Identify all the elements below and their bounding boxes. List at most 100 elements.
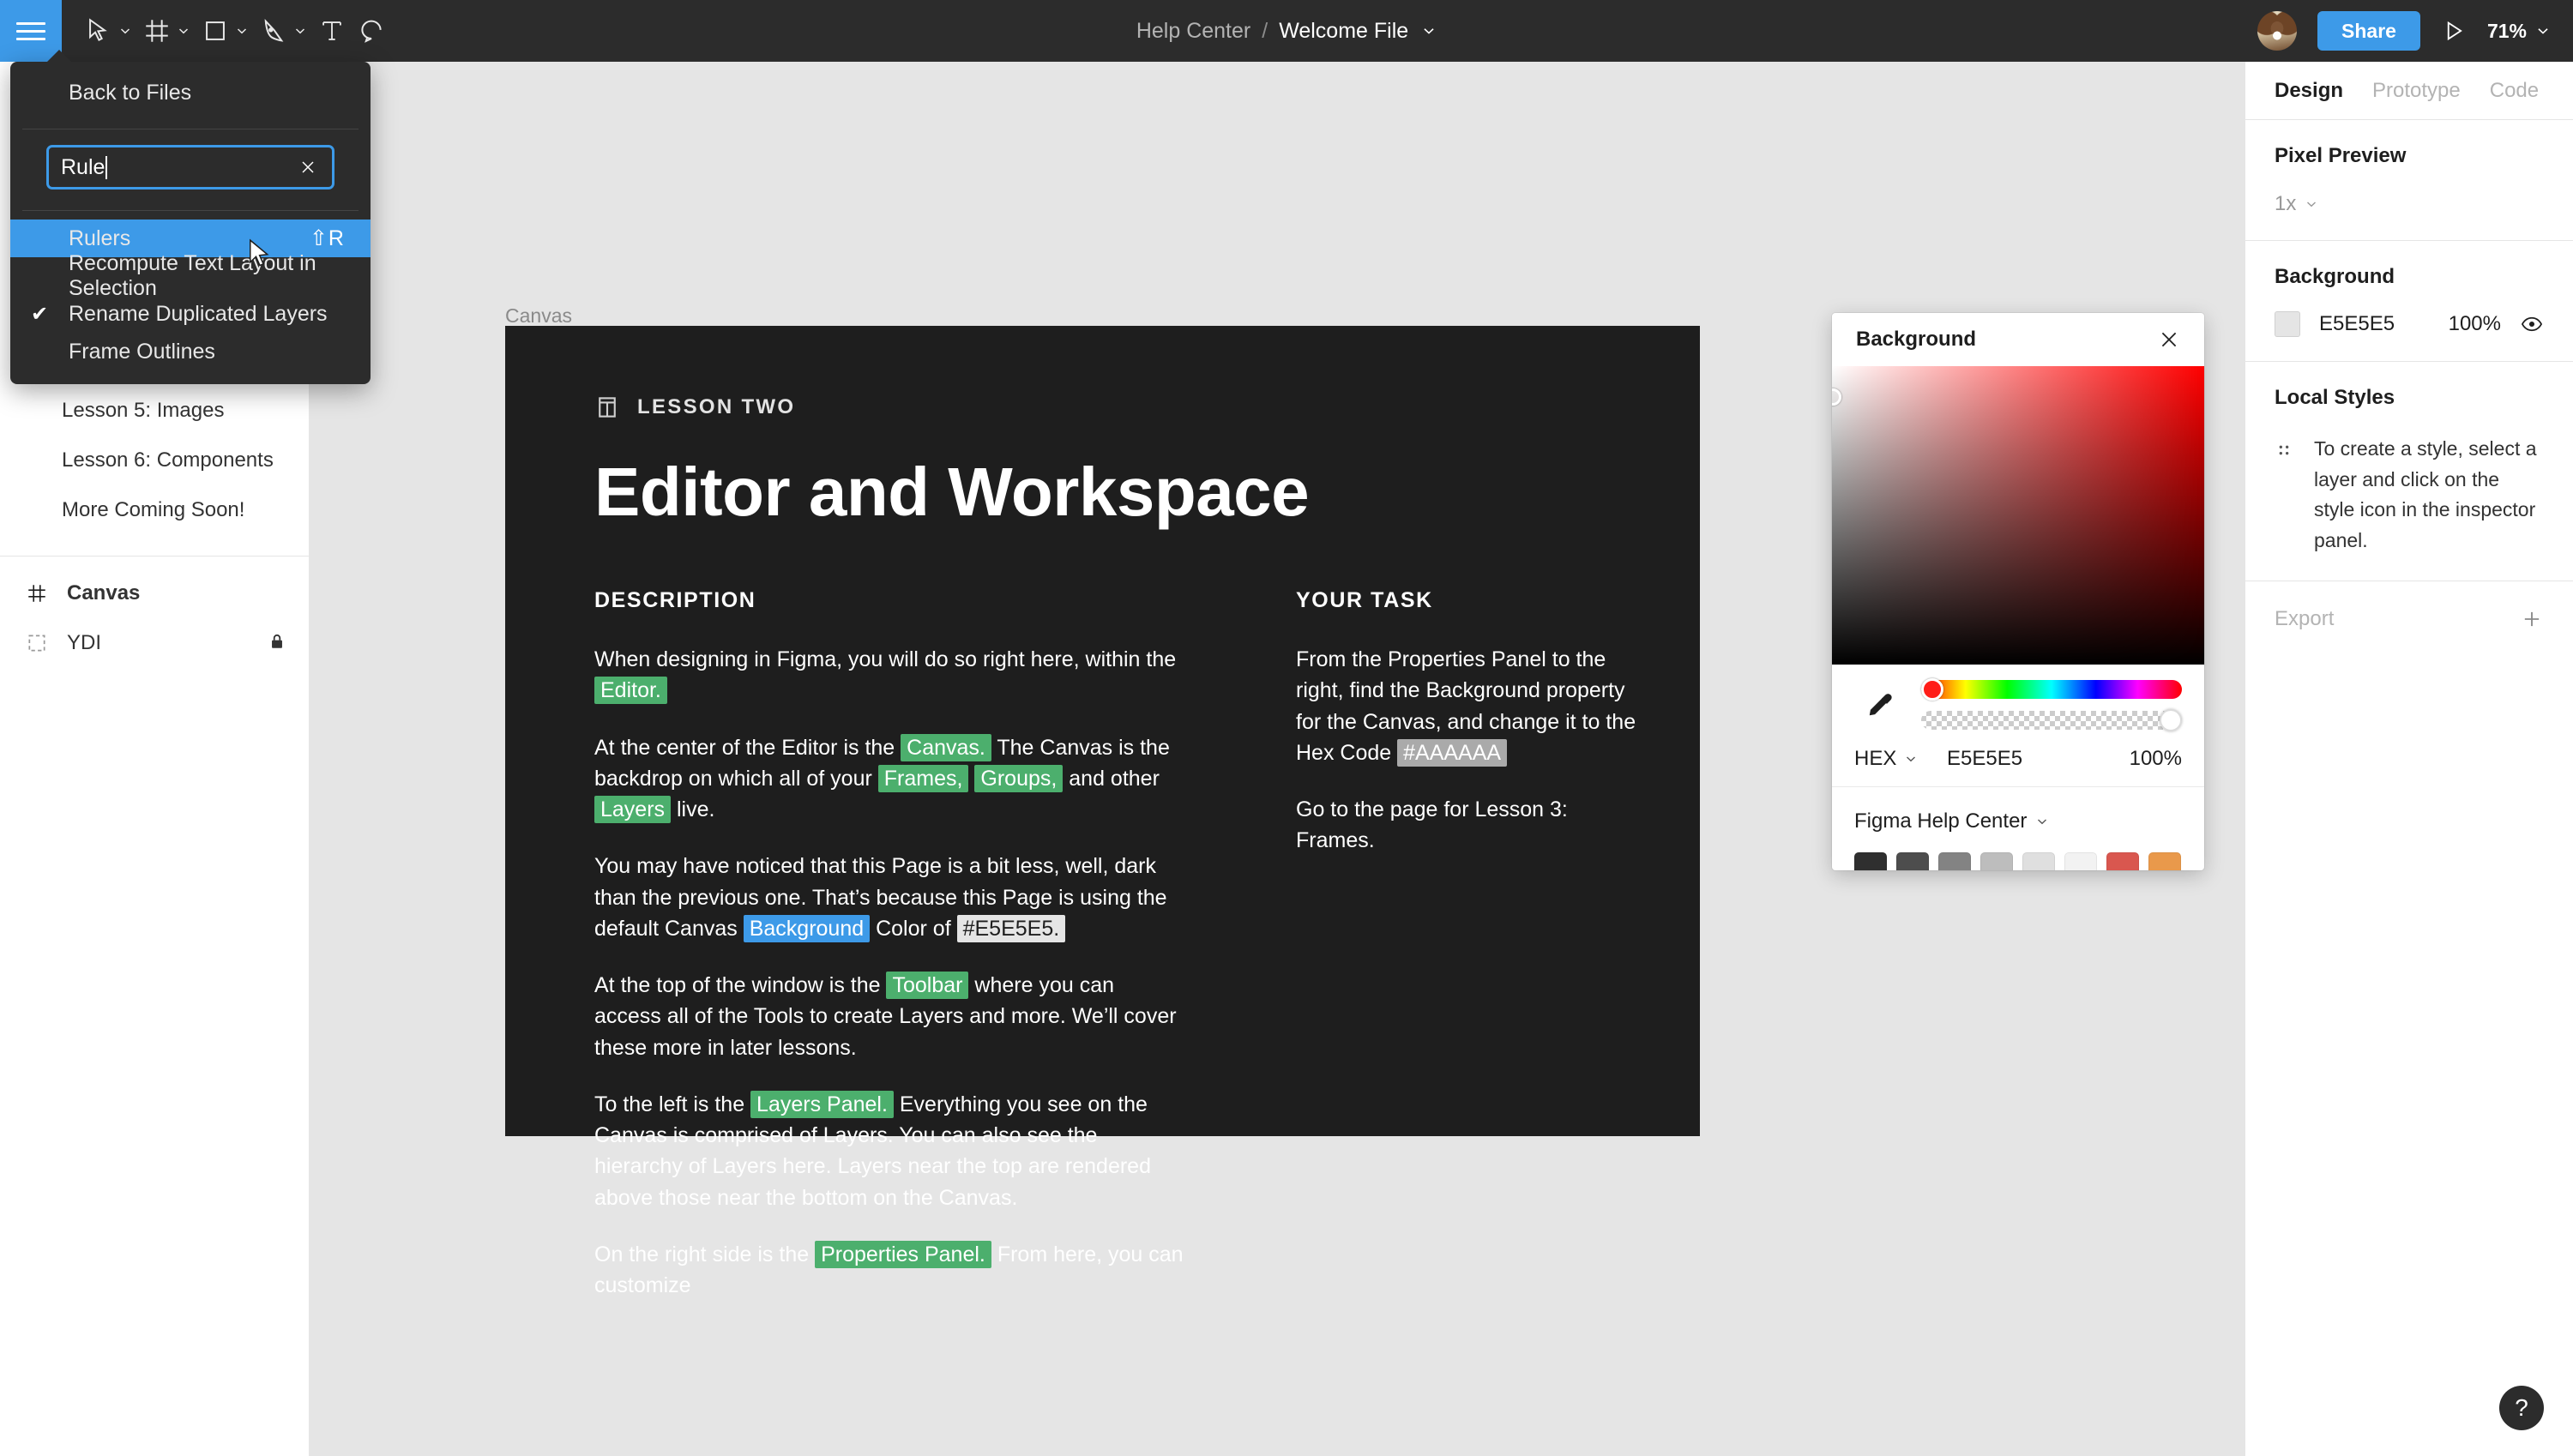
chevron-down-icon bbox=[2538, 28, 2548, 34]
checkmark-icon: ✔ bbox=[30, 302, 49, 326]
menu-search-wrap: Rule bbox=[10, 135, 371, 205]
add-export-button[interactable] bbox=[2520, 607, 2544, 631]
color-swatch[interactable] bbox=[2022, 852, 2055, 870]
menu-item-rename-duplicated-layers[interactable]: ✔ Rename Duplicated Layers bbox=[10, 295, 371, 333]
clear-search-button[interactable] bbox=[298, 157, 332, 177]
help-button[interactable]: ? bbox=[2499, 1386, 2544, 1430]
menu-item-back-to-files[interactable]: Back to Files bbox=[10, 62, 371, 123]
chevron-down-icon bbox=[2307, 202, 2317, 208]
color-swatch[interactable] bbox=[1854, 852, 1887, 870]
color-swatch[interactable] bbox=[2148, 852, 2181, 870]
style-dots-icon-glyph bbox=[2279, 445, 2289, 455]
layer-row-ydi[interactable]: YDI bbox=[0, 618, 309, 668]
alpha-slider-knob[interactable] bbox=[2160, 709, 2182, 731]
pen-tool[interactable] bbox=[254, 0, 312, 62]
properties-panel: Design Prototype Code Pixel Preview 1x B… bbox=[2245, 62, 2573, 1456]
breadcrumb: Help Center / Welcome File bbox=[1136, 19, 1437, 44]
zoom-control[interactable]: 71% bbox=[2487, 20, 2551, 43]
menu-item-label: Rename Duplicated Layers bbox=[69, 301, 328, 326]
close-x-icon bbox=[302, 161, 314, 173]
sidebar-page-lesson-5[interactable]: Lesson 5: Images bbox=[0, 386, 309, 436]
plus-icon bbox=[2524, 611, 2540, 626]
menu-search-value: Rule bbox=[61, 154, 105, 179]
task-column: YOUR TASK From the Properties Panel to t… bbox=[1296, 588, 1639, 1327]
color-swatch[interactable] bbox=[1896, 852, 1929, 870]
menu-item-frame-outlines[interactable]: Frame Outlines bbox=[10, 333, 371, 370]
sidebar-page-more-coming-soon[interactable]: More Coming Soon! bbox=[0, 485, 309, 535]
menu-results-list: Rulers ⇧R Recompute Text Layout in Selecti… bbox=[10, 216, 371, 370]
main-menu-dropdown[interactable]: Back to Files Rule Rulers ⇧R Recompute Tex… bbox=[10, 50, 371, 384]
frame-grid-icon bbox=[146, 20, 168, 42]
breadcrumb-file[interactable]: Welcome File bbox=[1279, 19, 1408, 44]
tab-prototype[interactable]: Prototype bbox=[2372, 79, 2461, 103]
color-picker-popover[interactable]: Background HEX E5E5E5 100% Figma Help Ce… bbox=[1832, 313, 2204, 870]
menu-arrow bbox=[46, 50, 72, 63]
alpha-slider[interactable] bbox=[1921, 709, 2182, 731]
background-opacity-input[interactable]: 100% bbox=[2449, 312, 2501, 336]
lesson-tag: LESSON TWO bbox=[594, 394, 1700, 420]
paragraph-text: Color of bbox=[870, 916, 957, 941]
layer-label: Canvas bbox=[67, 581, 141, 605]
hex-value-input[interactable]: E5E5E5 bbox=[1947, 747, 2130, 771]
export-label: Export bbox=[2275, 606, 2335, 630]
chevron-down-icon bbox=[2038, 819, 2047, 825]
menu-item-recompute-text-layout-in-selection[interactable]: Recompute Text Layout in Selection bbox=[10, 251, 371, 300]
hue-slider[interactable] bbox=[1921, 678, 2182, 701]
description-column: DESCRIPTION When designing in Figma, you… bbox=[594, 588, 1186, 1327]
export-section: Export bbox=[2245, 581, 2573, 657]
background-hex-input[interactable]: E5E5E5 bbox=[2319, 312, 2430, 336]
color-mode-value: HEX bbox=[1854, 747, 1897, 770]
breadcrumb-separator: / bbox=[1262, 18, 1268, 43]
color-mode-select[interactable]: HEX bbox=[1854, 747, 1947, 771]
canvas-frame[interactable]: LESSON TWO Editor and Workspace DESCRIPT… bbox=[505, 326, 1700, 1297]
eyedropper-button[interactable] bbox=[1854, 690, 1906, 719]
menu-search-box[interactable]: Rule bbox=[46, 145, 334, 190]
saturation-value-area[interactable] bbox=[1832, 366, 2204, 665]
color-swatch[interactable] bbox=[2064, 852, 2097, 870]
highlighted-term: Groups, bbox=[974, 764, 1064, 792]
lock-icon[interactable] bbox=[268, 632, 286, 655]
present-button[interactable] bbox=[2441, 18, 2467, 44]
move-tool[interactable] bbox=[79, 0, 137, 62]
color-swatch[interactable] bbox=[1938, 852, 1971, 870]
pixel-preview-heading: Pixel Preview bbox=[2275, 144, 2407, 167]
sidebar-page-lesson-6[interactable]: Lesson 6: Components bbox=[0, 436, 309, 485]
hue-slider-knob[interactable] bbox=[1921, 678, 1943, 701]
chevron-down-icon bbox=[120, 28, 130, 34]
layer-row-canvas[interactable]: Canvas bbox=[0, 569, 309, 618]
background-heading: Background bbox=[2275, 265, 2395, 288]
chevron-down-icon[interactable] bbox=[1421, 23, 1437, 39]
color-swatch[interactable] bbox=[2106, 852, 2139, 870]
cursor-arrow-icon bbox=[89, 18, 107, 41]
toolbar: Help Center / Welcome File Share 71% bbox=[0, 0, 2573, 62]
lesson-tag-text: LESSON TWO bbox=[637, 395, 796, 418]
avatar[interactable] bbox=[2257, 11, 2298, 51]
comment-tool[interactable] bbox=[352, 0, 391, 62]
saturation-handle[interactable] bbox=[1832, 388, 1841, 406]
background-color-swatch[interactable] bbox=[2275, 311, 2300, 337]
toolbar-right-group: Share 71% bbox=[2257, 0, 2551, 62]
frame-grid-icon bbox=[28, 585, 45, 602]
dashed-frame-icon bbox=[28, 635, 45, 652]
pixel-preview-select[interactable]: 1x bbox=[2275, 192, 2544, 216]
highlighted-term: Background bbox=[743, 914, 871, 942]
paragraph-text: At the center of the Editor is the bbox=[594, 735, 901, 760]
opacity-input[interactable]: 100% bbox=[2130, 747, 2182, 771]
tab-design[interactable]: Design bbox=[2275, 79, 2343, 103]
tab-code[interactable]: Code bbox=[2490, 79, 2539, 103]
background-visibility-toggle[interactable] bbox=[2520, 312, 2544, 336]
breadcrumb-project[interactable]: Help Center bbox=[1136, 19, 1250, 44]
menu-search-input[interactable]: Rule bbox=[49, 155, 298, 180]
frame-tool[interactable] bbox=[137, 0, 196, 62]
text-tool[interactable] bbox=[312, 0, 352, 62]
frame-name-label[interactable]: Canvas bbox=[505, 304, 572, 328]
local-styles-empty-state: To create a style, select a layer and cl… bbox=[2275, 434, 2544, 557]
share-button[interactable]: Share bbox=[2317, 11, 2420, 51]
shape-tool[interactable] bbox=[196, 0, 254, 62]
chevron-down-icon bbox=[178, 28, 189, 34]
color-swatch[interactable] bbox=[1980, 852, 2013, 870]
properties-tabs: Design Prototype Code bbox=[2245, 62, 2573, 120]
close-button[interactable] bbox=[2158, 328, 2180, 351]
library-select[interactable]: Figma Help Center bbox=[1832, 787, 2204, 833]
eyedropper-icon bbox=[1869, 694, 1892, 716]
